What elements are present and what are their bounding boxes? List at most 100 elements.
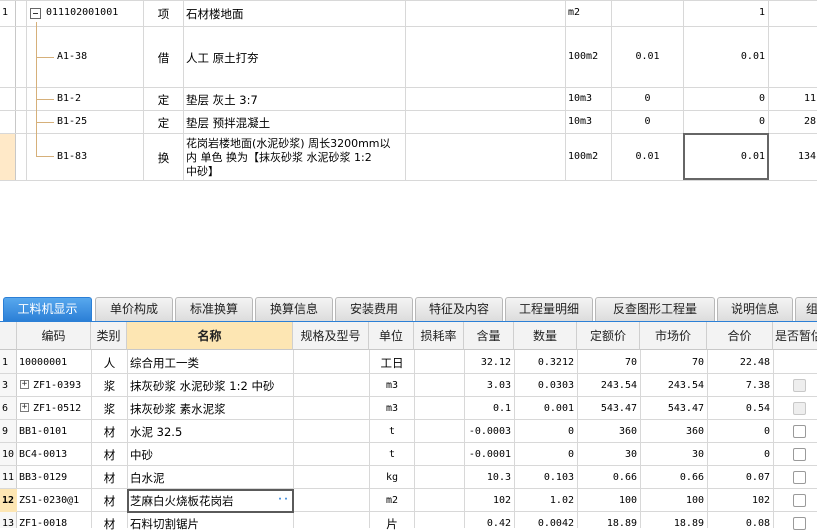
row-content[interactable]: -0.0003: [465, 426, 511, 437]
col-header-name[interactable]: 名称: [127, 322, 293, 350]
row-code[interactable]: BC4-0013: [19, 449, 91, 460]
row-market-price[interactable]: 360: [641, 426, 704, 437]
row-quantity[interactable]: 0.3212: [515, 357, 574, 368]
col-header-category[interactable]: 类别: [91, 322, 127, 350]
row-content[interactable]: 32.12: [465, 357, 511, 368]
row-name[interactable]: 中砂: [130, 447, 292, 463]
top-row-name[interactable]: 垫层 灰土 3:7: [186, 92, 404, 108]
tab-install-fee[interactable]: 安装费用: [335, 297, 413, 321]
row-index: 6: [2, 403, 9, 414]
col-header-provisional[interactable]: 是否暂估: [773, 322, 817, 350]
col-header-unit[interactable]: 单位: [369, 322, 414, 350]
row-name[interactable]: 芝麻白火烧板花岗岩: [130, 493, 275, 509]
row-code[interactable]: BB3-0129: [19, 472, 91, 483]
row-code[interactable]: BB1-0101: [19, 426, 91, 437]
top-row-code[interactable]: 011102001001: [46, 7, 142, 18]
provisional-checkbox: [793, 402, 806, 415]
row-total: 0.07: [745, 472, 770, 483]
row-market-price[interactable]: 70: [641, 357, 704, 368]
row-unit: t: [388, 449, 396, 460]
col-header-code[interactable]: 编码: [17, 322, 91, 350]
row-name[interactable]: 抹灰砂浆 水泥砂浆 1:2 中砂: [130, 378, 292, 394]
row-name[interactable]: 抹灰砂浆 素水泥浆: [130, 401, 292, 417]
grid-line: [0, 442, 817, 443]
row-market-price[interactable]: 0.66: [641, 472, 704, 483]
top-row-code[interactable]: A1-38: [57, 51, 142, 62]
row-quantity[interactable]: 0.0303: [515, 380, 574, 391]
row-quantity[interactable]: 0: [515, 449, 574, 460]
provisional-checkbox[interactable]: [793, 517, 806, 530]
top-row-name[interactable]: 人工 原土打夯: [186, 50, 404, 66]
col-header-quantity[interactable]: 数量: [514, 322, 577, 350]
row-quantity[interactable]: 0.001: [515, 403, 574, 414]
row-market-price[interactable]: 18.89: [641, 518, 704, 529]
provisional-checkbox[interactable]: [793, 494, 806, 507]
top-row-name-line[interactable]: 中砂】: [186, 163, 404, 179]
provisional-checkbox[interactable]: [793, 471, 806, 484]
col-header-content[interactable]: 含量: [464, 322, 514, 350]
row-index: 13: [2, 518, 15, 529]
row-content[interactable]: 102: [465, 495, 511, 506]
col-header-market-price[interactable]: 市场价: [640, 322, 707, 350]
expand-icon[interactable]: +: [20, 380, 29, 389]
row-quantity[interactable]: 0: [515, 426, 574, 437]
tab-standard-conversion[interactable]: 标准换算: [175, 297, 253, 321]
expand-icon[interactable]: +: [20, 403, 29, 412]
row-code[interactable]: ZF1-0018: [19, 518, 91, 529]
tab-features[interactable]: 特征及内容: [415, 297, 503, 321]
provisional-checkbox[interactable]: [793, 425, 806, 438]
grid-line: [414, 350, 415, 528]
col-header-spec[interactable]: 规格及型号: [293, 322, 369, 350]
row-content[interactable]: 10.3: [465, 472, 511, 483]
collapse-icon[interactable]: [30, 8, 41, 19]
row-index: 1: [2, 357, 9, 368]
row-market-price[interactable]: 243.54: [641, 380, 704, 391]
row-name[interactable]: 石料切割锯片: [130, 516, 292, 532]
row-category: 材: [103, 425, 116, 439]
row-quantity[interactable]: 1.02: [515, 495, 574, 506]
row-quantity[interactable]: 0.0042: [515, 518, 574, 529]
row-code[interactable]: ZS1-0230@1: [19, 495, 91, 506]
top-row-col2: 1: [758, 7, 765, 18]
tab-quantity-details[interactable]: 工程量明细: [505, 297, 593, 321]
tab-overflow[interactable]: 组: [795, 297, 817, 321]
row-total: 22.48: [739, 357, 770, 368]
row-name[interactable]: 水泥 32.5: [130, 424, 292, 440]
tab-description[interactable]: 说明信息: [717, 297, 793, 321]
ellipsis-button[interactable]: ···: [277, 494, 291, 505]
tree-line-branch: [36, 122, 54, 123]
top-row-code[interactable]: B1-25: [57, 116, 142, 127]
row-code[interactable]: ZF1-0393: [33, 380, 91, 391]
col-header-total[interactable]: 合价: [707, 322, 773, 350]
top-row-col2: 0: [758, 93, 765, 104]
row-code[interactable]: 10000001: [19, 357, 91, 368]
top-row-name[interactable]: 垫层 预拌混凝土: [186, 115, 404, 131]
row-unit: t: [388, 426, 396, 437]
row-market-price[interactable]: 30: [641, 449, 704, 460]
row-name[interactable]: 综合用工一类: [130, 355, 292, 371]
row-unit: 片: [386, 517, 398, 531]
row-quantity[interactable]: 0.103: [515, 472, 574, 483]
row-market-price[interactable]: 543.47: [641, 403, 704, 414]
top-row-code[interactable]: B1-83: [57, 151, 142, 162]
provisional-checkbox[interactable]: [793, 448, 806, 461]
row-code[interactable]: ZF1-0512: [33, 403, 91, 414]
row-content[interactable]: 0.1: [465, 403, 511, 414]
row-market-price[interactable]: 100: [641, 495, 704, 506]
tab-conversion-info[interactable]: 换算信息: [255, 297, 333, 321]
row-content[interactable]: 3.03: [465, 380, 511, 391]
tab-labor-material[interactable]: 工料机显示: [3, 297, 92, 321]
top-row-type: 定: [157, 116, 170, 130]
row-name[interactable]: 白水泥: [130, 470, 292, 486]
row-content[interactable]: 0.42: [465, 518, 511, 529]
tab-unit-price[interactable]: 单价构成: [95, 297, 173, 321]
top-row-name[interactable]: 石材楼地面: [186, 6, 404, 22]
top-row-index: 1: [2, 7, 9, 18]
tab-reverse-check[interactable]: 反查图形工程量: [595, 297, 715, 321]
top-row-code[interactable]: B1-2: [57, 93, 142, 104]
row-unit: kg: [385, 472, 399, 483]
col-header-quota-price[interactable]: 定额价: [577, 322, 640, 350]
row-content[interactable]: -0.0001: [465, 449, 511, 460]
col-header-loss-rate[interactable]: 损耗率: [414, 322, 464, 350]
tree-line-branch: [36, 156, 54, 157]
